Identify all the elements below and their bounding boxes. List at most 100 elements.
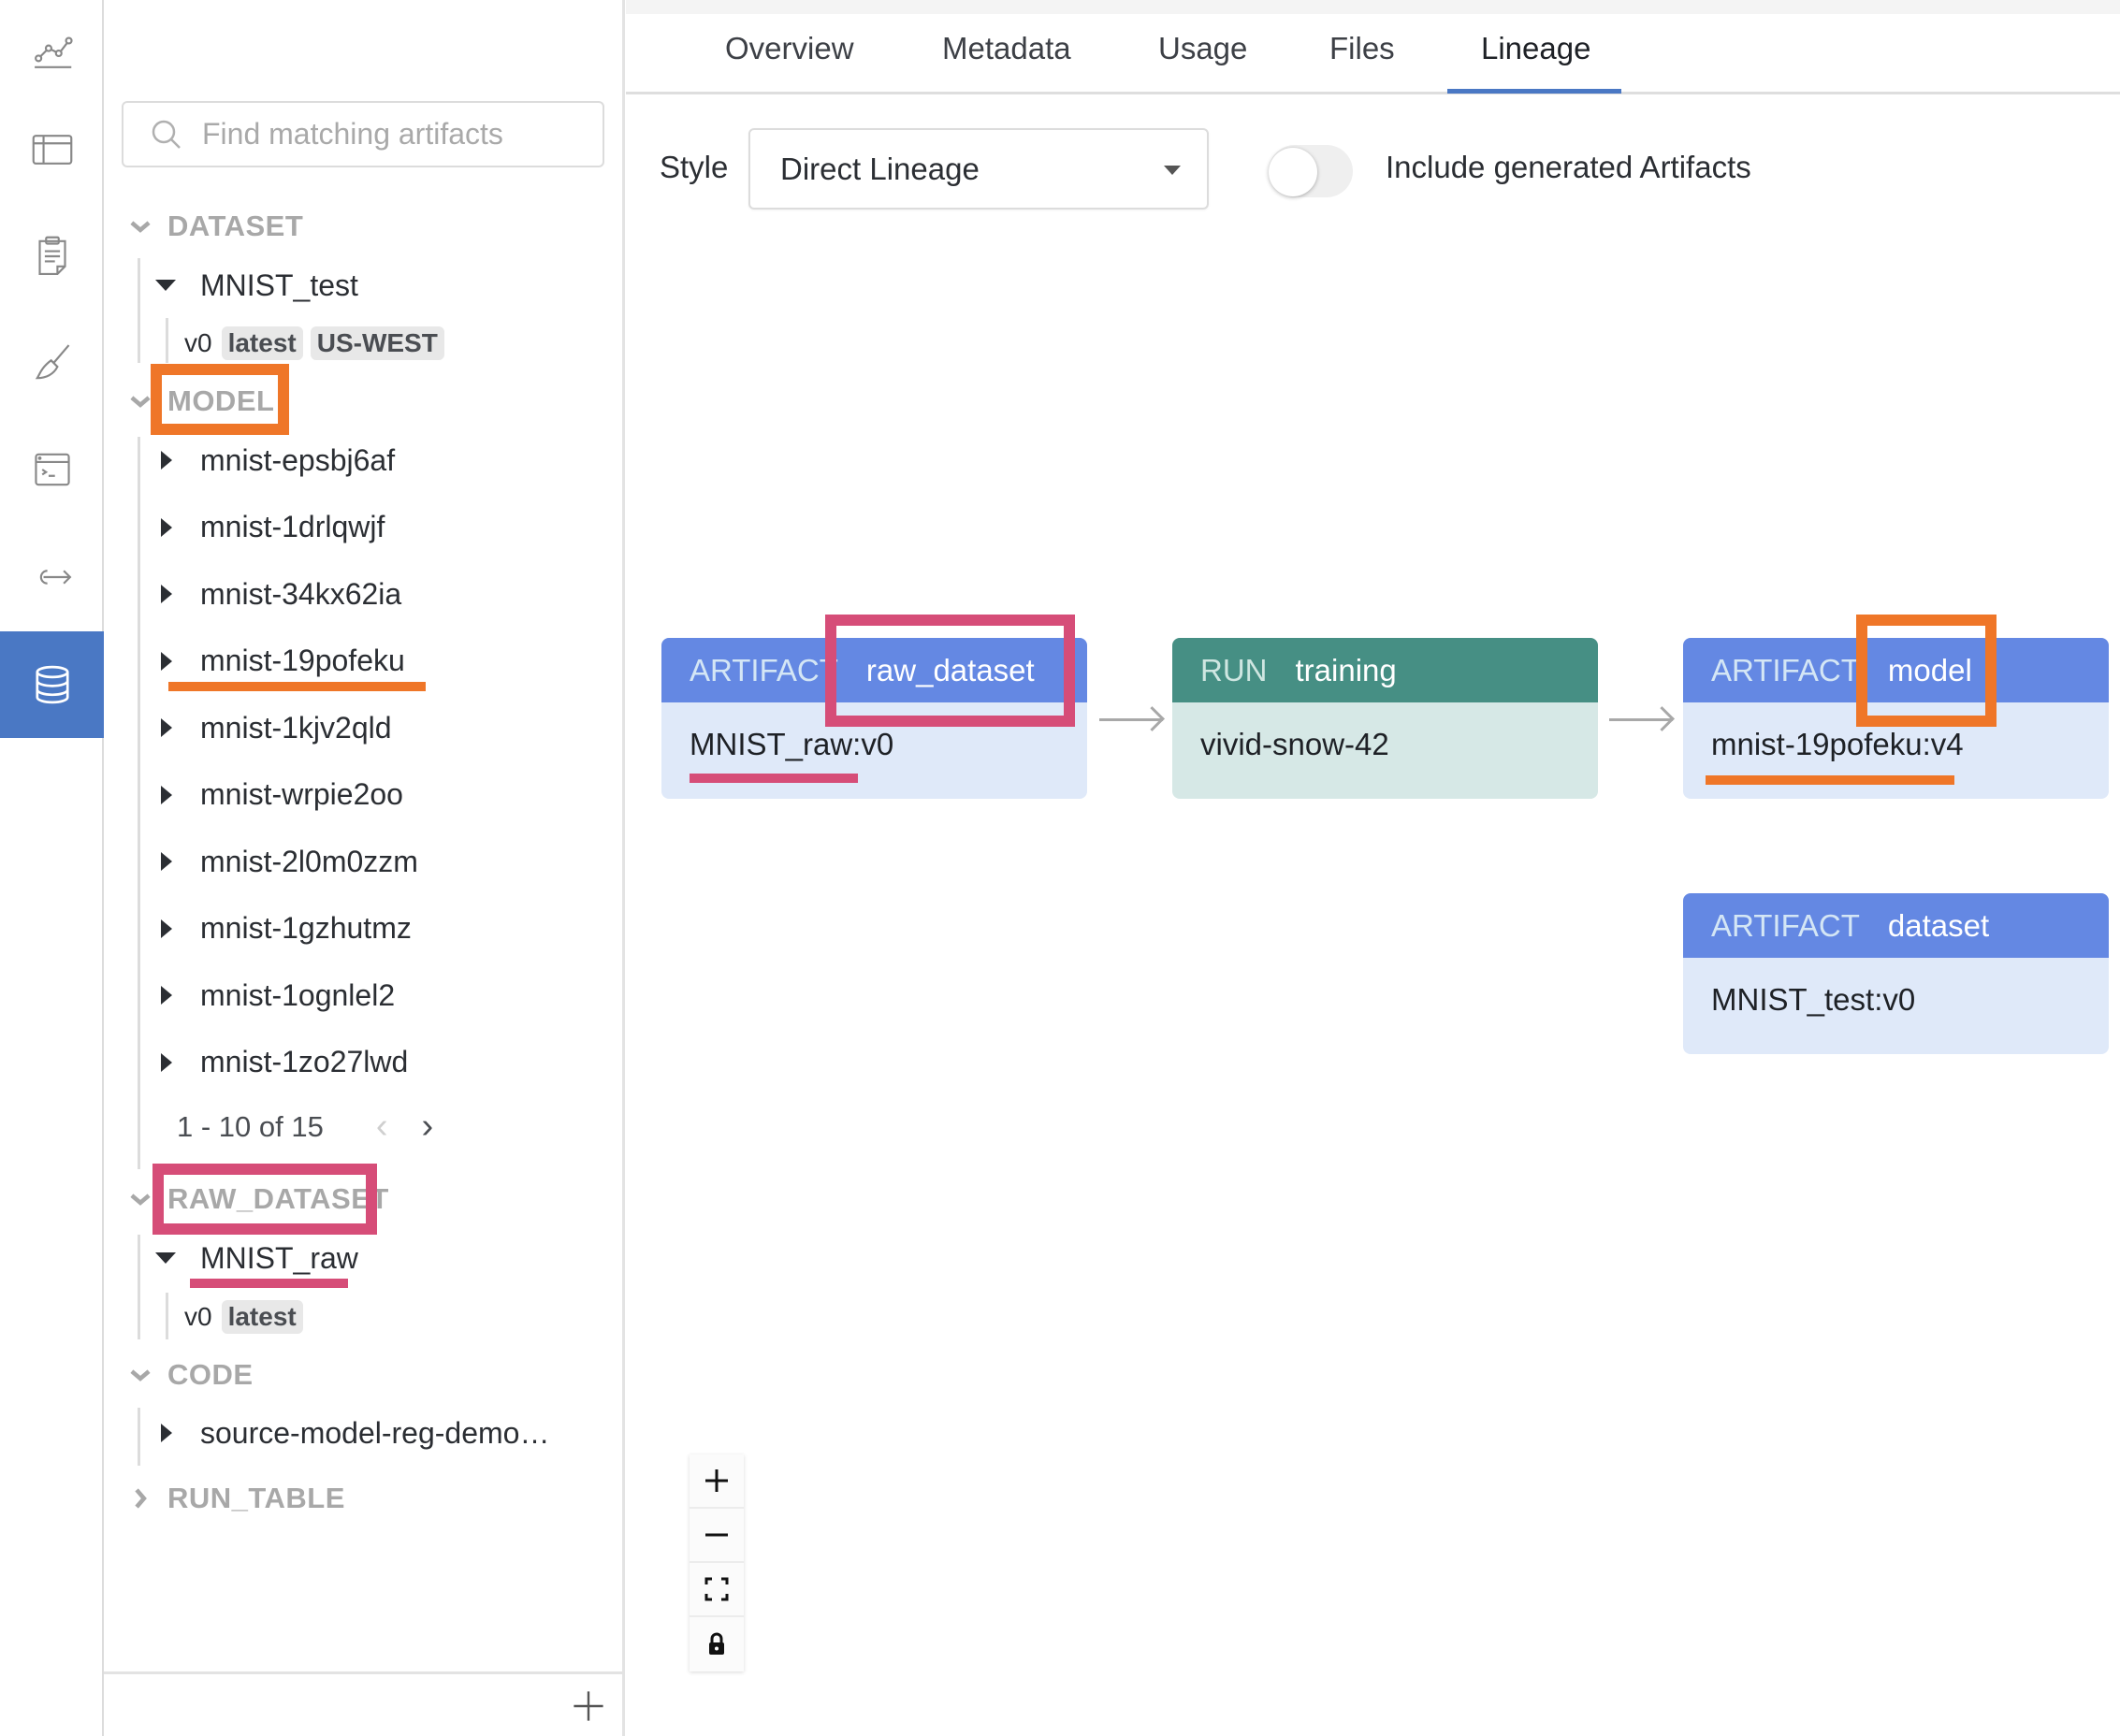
tree-guide bbox=[166, 318, 168, 363]
model-artifact-item[interactable]: mnist-1ognlel2 bbox=[155, 967, 395, 1023]
artifact-name: mnist-19pofeku bbox=[200, 644, 405, 677]
model-artifact-item[interactable]: mnist-1gzhutmz bbox=[155, 901, 412, 957]
add-icon[interactable] bbox=[572, 1689, 605, 1723]
model-artifact-item[interactable]: mnist-19pofeku bbox=[155, 633, 405, 689]
section-label: CODE bbox=[167, 1358, 254, 1391]
model-artifact-item[interactable]: mnist-1kjv2qld bbox=[155, 700, 392, 756]
chevron-down-icon bbox=[130, 1194, 151, 1206]
style-dropdown[interactable]: Direct Lineage bbox=[748, 128, 1209, 210]
lineage-edge bbox=[1609, 718, 1673, 721]
lock-icon bbox=[709, 1632, 724, 1655]
prev-page-button[interactable]: ‹ bbox=[376, 1107, 388, 1147]
artifact-name: mnist-1gzhutmz bbox=[200, 911, 412, 945]
version-label: v0 bbox=[184, 328, 212, 357]
fit-view-button[interactable] bbox=[690, 1563, 744, 1617]
caret-right-icon bbox=[161, 585, 172, 603]
model-artifact-item[interactable]: mnist-2l0m0zzm bbox=[155, 833, 418, 890]
caret-right-icon bbox=[161, 517, 172, 537]
alias-tag: US-WEST bbox=[310, 326, 444, 360]
tab-files[interactable]: Files bbox=[1329, 31, 1395, 66]
node-name: vivid-snow-42 bbox=[1200, 726, 1389, 761]
section-code[interactable]: CODE bbox=[128, 1347, 254, 1403]
search-icon bbox=[152, 120, 181, 149]
chevron-right-icon bbox=[135, 1488, 147, 1509]
export-arrow-icon bbox=[39, 570, 71, 585]
rail-item-console[interactable] bbox=[0, 416, 104, 523]
database-icon bbox=[35, 665, 69, 704]
highlight-underline-raw-node bbox=[690, 774, 858, 783]
artifact-search[interactable] bbox=[122, 101, 604, 167]
caret-down-icon bbox=[155, 280, 176, 291]
node-kind: ARTIFACT bbox=[1711, 652, 1860, 687]
version-item[interactable]: v0 latest US-WEST bbox=[184, 315, 452, 371]
node-name: MNIST_raw:v0 bbox=[690, 726, 894, 761]
tree-guide bbox=[138, 1235, 140, 1339]
version-item[interactable]: v0 latest bbox=[184, 1289, 311, 1345]
section-dataset[interactable]: DATASET bbox=[128, 198, 303, 254]
terminal-window-icon bbox=[34, 453, 70, 486]
zoom-in-button[interactable] bbox=[690, 1454, 744, 1509]
rail-item-charts[interactable] bbox=[0, 0, 104, 107]
tree-guide bbox=[166, 1293, 168, 1339]
model-artifact-item[interactable]: mnist-1zo27lwd bbox=[155, 1034, 408, 1091]
artifact-item[interactable]: MNIST_raw bbox=[155, 1230, 358, 1286]
section-run-table[interactable]: RUN_TABLE bbox=[128, 1470, 345, 1526]
model-artifact-item[interactable]: mnist-34kx62ia bbox=[155, 566, 401, 622]
model-artifact-item[interactable]: mnist-epsbj6af bbox=[155, 432, 395, 488]
tab-metadata[interactable]: Metadata bbox=[942, 31, 1071, 66]
tab-usage[interactable]: Usage bbox=[1158, 31, 1247, 66]
style-dropdown-value: Direct Lineage bbox=[780, 151, 980, 186]
section-label: RUN_TABLE bbox=[167, 1482, 345, 1514]
artifact-item[interactable]: MNIST_test bbox=[155, 257, 358, 313]
highlight-underline-raw-item bbox=[190, 1279, 348, 1288]
clipboard-report-icon bbox=[37, 236, 66, 275]
model-artifact-item[interactable]: mnist-1drlqwjf bbox=[155, 499, 385, 556]
highlight-box-raw-dataset-type bbox=[825, 615, 1075, 727]
chevron-down-icon bbox=[130, 221, 151, 233]
artifact-name: mnist-1zo27lwd bbox=[200, 1045, 409, 1078]
node-name: MNIST_test:v0 bbox=[1711, 981, 1916, 1017]
artifact-name: MNIST_test bbox=[200, 268, 358, 302]
alias-tag: latest bbox=[221, 1300, 303, 1334]
artifact-name: mnist-2l0m0zzm bbox=[200, 844, 418, 878]
search-input[interactable] bbox=[202, 117, 595, 152]
tree-guide bbox=[138, 437, 140, 1169]
lineage-node-run[interactable]: RUN training vivid-snow-42 bbox=[1172, 638, 1598, 799]
highlight-box-model-section bbox=[151, 364, 289, 435]
rail-item-sweeps[interactable] bbox=[0, 310, 104, 416]
artifact-name: mnist-epsbj6af bbox=[200, 442, 396, 477]
node-kind: ARTIFACT bbox=[1711, 907, 1860, 943]
highlight-box-model-type bbox=[1856, 615, 1997, 727]
rail-item-export[interactable] bbox=[0, 524, 104, 630]
toggle-knob bbox=[1269, 148, 1317, 196]
next-page-button[interactable]: › bbox=[422, 1107, 434, 1147]
rail-item-reports[interactable] bbox=[0, 203, 104, 310]
artifact-name: source-model-reg-demo… bbox=[200, 1415, 550, 1450]
artifact-name: mnist-wrpie2oo bbox=[200, 777, 403, 811]
rail-item-artifacts[interactable] bbox=[0, 631, 104, 738]
pagination: 1 - 10 of 15 ‹ › bbox=[177, 1107, 433, 1147]
caret-right-icon bbox=[161, 451, 172, 470]
tab-lineage[interactable]: Lineage bbox=[1481, 31, 1590, 66]
node-type: dataset bbox=[1887, 907, 1990, 943]
tab-overview[interactable]: Overview bbox=[725, 31, 854, 66]
lineage-node-dataset[interactable]: ARTIFACT dataset MNIST_test:v0 bbox=[1683, 893, 2109, 1054]
include-generated-toggle[interactable] bbox=[1269, 145, 1353, 197]
artifacts-sidebar: DATASET MNIST_test v0 latest US-WEST MOD… bbox=[104, 0, 625, 1736]
caret-right-icon bbox=[161, 919, 172, 938]
rail-item-table[interactable] bbox=[0, 96, 104, 203]
graph-zoom-controls bbox=[690, 1454, 744, 1671]
zoom-out-button[interactable] bbox=[690, 1509, 744, 1563]
tree-guide bbox=[138, 1408, 140, 1466]
artifact-item[interactable]: source-model-reg-demo… bbox=[155, 1405, 549, 1461]
highlight-box-raw-dataset-section bbox=[152, 1164, 377, 1235]
node-type: training bbox=[1295, 652, 1397, 687]
model-artifact-item[interactable]: mnist-wrpie2oo bbox=[155, 767, 403, 823]
tree-guide bbox=[138, 258, 140, 363]
node-name: mnist-19pofeku:v4 bbox=[1711, 726, 1964, 761]
chevron-down-icon bbox=[130, 1369, 151, 1382]
plus-icon bbox=[705, 1469, 728, 1492]
caret-right-icon bbox=[161, 986, 172, 1005]
lock-button[interactable] bbox=[690, 1617, 744, 1671]
lineage-edge bbox=[1099, 718, 1163, 721]
